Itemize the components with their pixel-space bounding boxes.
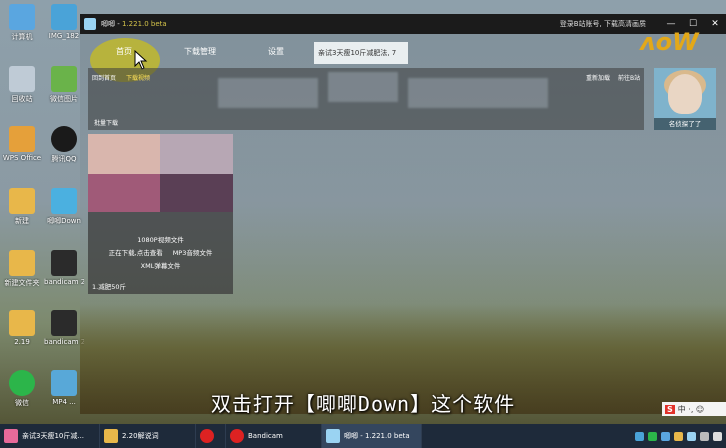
xml-file-option[interactable]: XML弹幕文件 [88,260,233,270]
video-card[interactable]: 1080P视频文件 正在下载,点击查看 MP3音频文件 XML弹幕文件 1.减肥… [88,134,233,294]
window-title: 唧唧 - 1.221.0 beta [101,20,167,28]
thumbnail-block [88,174,160,212]
image-file-icon [51,4,77,30]
taskbar-item-browser[interactable]: 亲试3天瘦10斤减... [0,424,100,448]
taskbar-item-bandicam[interactable]: Bandicam [226,424,322,448]
ime-status: 中 ·, ☺ [677,404,705,414]
taskbar-item-record[interactable] [196,424,226,448]
back-home-link[interactable]: 回到首页 [92,73,116,82]
goto-bilibili-link[interactable]: 前往B站 [618,73,640,82]
download-options: 1080P视频文件 正在下载,点击查看 MP3音频文件 XML弹幕文件 [88,234,233,270]
document-icon [51,66,77,92]
desktop-icon-wechat-image[interactable]: 微信图片 [44,66,84,104]
thumbnail-block [160,174,233,212]
desktop-icon-219[interactable]: 2.19 [2,310,42,346]
desktop-icon-jijidown[interactable]: 唧唧Down [44,188,84,226]
thumbnail-block [160,134,233,174]
desktop-icon-new[interactable]: 新建 [2,188,42,226]
browser-panel: 回到首页 下载视频 重新加载 前往B站 [88,68,644,130]
title-bar: 唧唧 - 1.221.0 beta 登录B站账号, 下载高清画质 — ☐ ✕ [80,14,726,34]
search-input[interactable]: 亲试3天瘦10斤减肥法, 7 [314,42,408,64]
ime-toolbar[interactable]: S 中 ·, ☺ [662,402,726,416]
desktop-icon-computer[interactable]: 计算机 [2,4,42,42]
taskbar-item-folder[interactable]: 2.20解说词 [100,424,196,448]
tab-home[interactable]: 首页 [116,46,132,57]
username-label: 名侦探了了 [654,118,716,130]
blurred-content [408,78,548,108]
video-file-icon [51,250,77,276]
jijidown-window: 唧唧 - 1.221.0 beta 登录B站账号, 下载高清画质 — ☐ ✕ 首… [80,14,726,414]
reload-link[interactable]: 重新加载 [586,73,610,82]
desktop-icon-bandicam-2[interactable]: bandicam 2020-02-2... [44,310,84,346]
recycle-bin-icon [9,66,35,92]
desktop-icon-qq[interactable]: 腾讯QQ [44,126,84,164]
browser-icon [4,429,18,443]
jijidown-app-icon [51,188,77,214]
download-video-link[interactable]: 下载视频 [126,73,150,82]
login-link[interactable]: 登录B站账号, 下载高清画质 [560,19,646,29]
video-file-icon [51,310,77,336]
desktop-icon-wps[interactable]: WPS Office [2,126,42,162]
tray-icon[interactable] [700,431,709,441]
video-subtitle: 双击打开【唧唧Down】这个软件 [210,392,516,416]
tab-download-manager[interactable]: 下载管理 [184,46,216,57]
tray-icon[interactable] [713,431,722,441]
taskbar: 亲试3天瘦10斤减... 2.20解说词 Bandicam 唧唧 - 1.221… [0,424,726,448]
folder-icon [9,126,35,152]
folder-icon [9,310,35,336]
system-tray [635,431,726,441]
blurred-content [218,78,318,108]
avatar [668,74,702,114]
downloading-status-link[interactable]: 正在下载,点击查看 [109,247,163,257]
tray-icon[interactable] [648,431,657,441]
desktop-icon-bandicam-1[interactable]: bandicam 2020-02-2... [44,250,84,286]
tray-icon[interactable] [674,431,683,441]
qq-penguin-icon [51,126,77,152]
folder-icon [9,250,35,276]
bandicam-icon [230,429,244,443]
app-logo-icon [84,18,96,30]
taskbar-item-jijidown[interactable]: 唧唧 - 1.221.0 beta [322,424,422,448]
desktop-icon-img[interactable]: IMG_182 [44,4,84,40]
video-file-option[interactable]: 1080P视频文件 [88,234,233,244]
video-thumbnail[interactable] [88,134,233,212]
mouse-cursor-icon [134,50,148,70]
computer-icon [9,4,35,30]
video-name: 1.减肥50斤 [92,283,126,291]
batch-download-title: 批量下载 [94,120,119,127]
desktop-icon-new-folder[interactable]: 新建文件夹 [2,250,42,288]
tray-icon[interactable] [635,431,644,441]
tray-icon[interactable] [661,431,670,441]
blurred-content [328,72,398,102]
mp3-file-option[interactable]: MP3音频文件 [173,247,213,257]
main-nav: 首页 下载管理 设置 亲试3天瘦10斤减肥法, 7 [80,38,726,82]
sogou-ime-icon: S [665,404,675,414]
corner-logo: ʌoW [640,28,699,56]
folder-icon [104,429,118,443]
version-text: 1.221.0 beta [121,20,167,28]
jijidown-app-icon [326,429,340,443]
desktop-icon-recycle[interactable]: 回收站 [2,66,42,104]
thumbnail-block [88,134,160,174]
user-avatar-panel[interactable]: 名侦探了了 [654,68,716,130]
close-button[interactable]: ✕ [704,14,726,34]
tray-icon[interactable] [687,431,696,441]
record-icon [200,429,214,443]
folder-icon [9,188,35,214]
tab-settings[interactable]: 设置 [268,46,284,57]
